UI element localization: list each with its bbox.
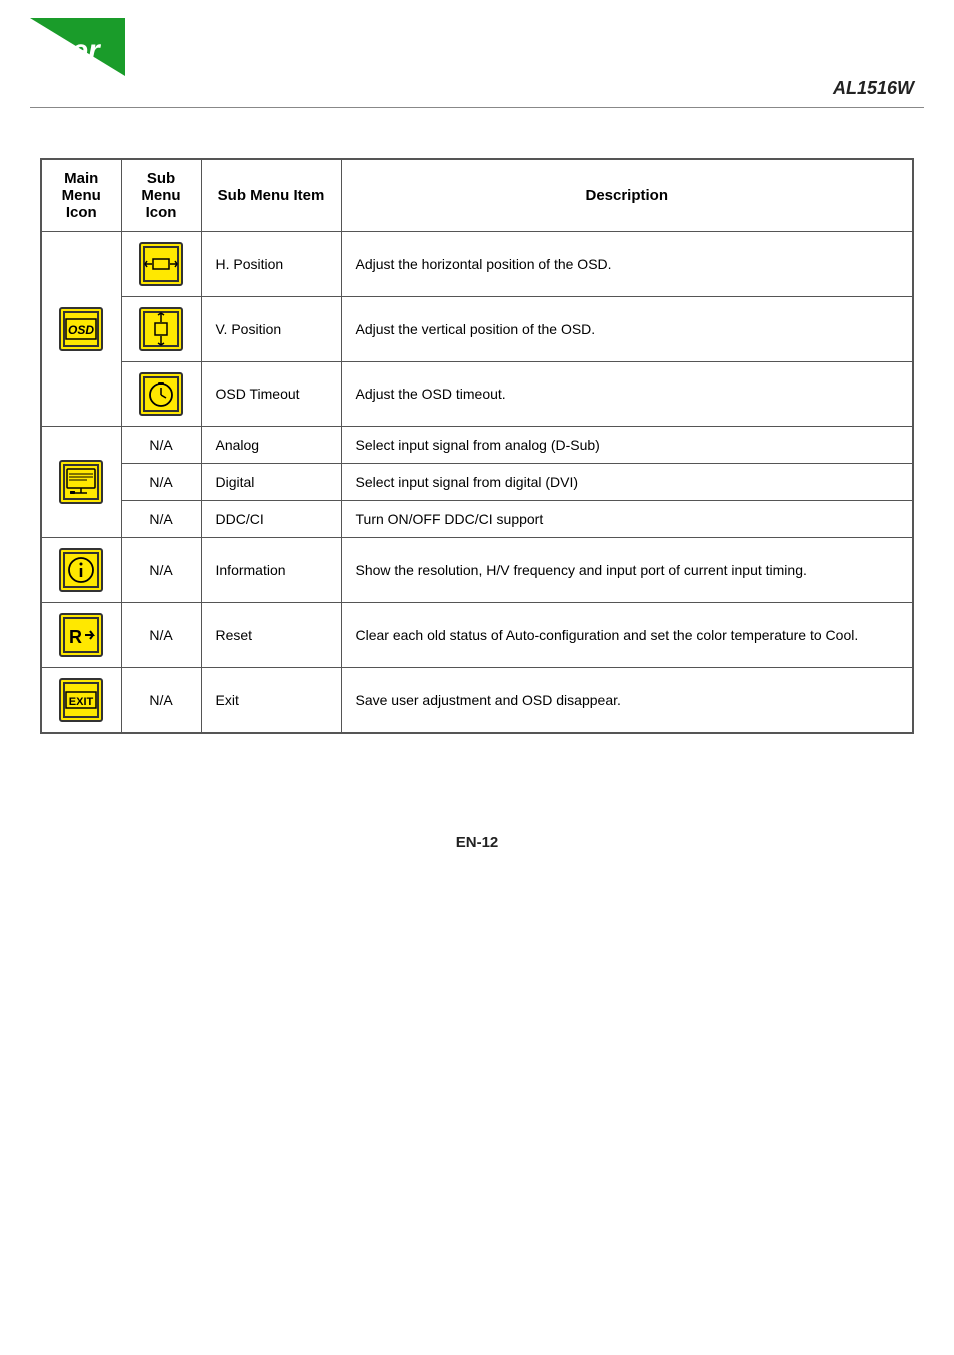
page-footer: EN-12	[0, 834, 954, 851]
menu-table: MainMenuIcon SubMenuIcon Sub Menu Item D…	[40, 158, 914, 734]
desc-exit: Save user adjustment and OSD disappear.	[341, 668, 913, 734]
main-content: MainMenuIcon SubMenuIcon Sub Menu Item D…	[0, 108, 954, 774]
sub-icon-timeout	[121, 362, 201, 427]
osd-icon: OSD	[59, 307, 103, 351]
table-row: N/A Digital Select input signal from dig…	[41, 464, 913, 501]
table-row: N/A Analog Select input signal from anal…	[41, 427, 913, 464]
svg-text:acer: acer	[38, 34, 102, 67]
vpos-icon	[139, 307, 183, 351]
sub-item-info: Information	[201, 538, 341, 603]
main-icon-osd: OSD	[41, 232, 121, 427]
info-icon	[59, 548, 103, 592]
desc-vpos: Adjust the vertical position of the OSD.	[341, 297, 913, 362]
desc-ddcci: Turn ON/OFF DDC/CI support	[341, 501, 913, 538]
desc-analog: Select input signal from analog (D-Sub)	[341, 427, 913, 464]
page-number: EN-12	[456, 834, 499, 851]
hpos-icon	[139, 242, 183, 286]
svg-text:EXIT: EXIT	[69, 696, 94, 708]
table-row: OSD Timeout Adjust the OSD timeout.	[41, 362, 913, 427]
input-icon	[59, 460, 103, 504]
sub-icon-analog: N/A	[121, 427, 201, 464]
sub-icon-info: N/A	[121, 538, 201, 603]
sub-item-reset: Reset	[201, 603, 341, 668]
main-icon-input	[41, 427, 121, 538]
desc-hpos: Adjust the horizontal position of the OS…	[341, 232, 913, 297]
sub-icon-digital: N/A	[121, 464, 201, 501]
svg-text:OSD: OSD	[68, 323, 94, 337]
sub-icon-exit: N/A	[121, 668, 201, 734]
table-row: OSD	[41, 232, 913, 297]
timeout-icon	[139, 372, 183, 416]
sub-item-analog: Analog	[201, 427, 341, 464]
col-header-item: Sub Menu Item	[201, 159, 341, 232]
main-icon-exit: EXIT	[41, 668, 121, 734]
desc-reset: Clear each old status of Auto-configurat…	[341, 603, 913, 668]
model-name: AL1516W	[833, 78, 914, 99]
table-header-row: MainMenuIcon SubMenuIcon Sub Menu Item D…	[41, 159, 913, 232]
table-row: R N/A Reset Clear each old status of Aut…	[41, 603, 913, 668]
sub-icon-vpos	[121, 297, 201, 362]
table-row: V. Position Adjust the vertical position…	[41, 297, 913, 362]
main-icon-info	[41, 538, 121, 603]
page-header: acer AL1516W	[0, 0, 954, 99]
acer-logo: acer	[30, 18, 125, 81]
table-row: N/A Information Show the resolution, H/V…	[41, 538, 913, 603]
desc-digital: Select input signal from digital (DVI)	[341, 464, 913, 501]
sub-icon-hpos	[121, 232, 201, 297]
table-row: EXIT N/A Exit Save user adjustment and O…	[41, 668, 913, 734]
sub-item-hpos: H. Position	[201, 232, 341, 297]
col-header-main: MainMenuIcon	[41, 159, 121, 232]
desc-info: Show the resolution, H/V frequency and i…	[341, 538, 913, 603]
sub-item-exit: Exit	[201, 668, 341, 734]
desc-timeout: Adjust the OSD timeout.	[341, 362, 913, 427]
sub-item-vpos: V. Position	[201, 297, 341, 362]
sub-item-ddcci: DDC/CI	[201, 501, 341, 538]
main-icon-reset: R	[41, 603, 121, 668]
svg-text:R: R	[69, 627, 82, 647]
table-row: N/A DDC/CI Turn ON/OFF DDC/CI support	[41, 501, 913, 538]
col-header-sub: SubMenuIcon	[121, 159, 201, 232]
exit-icon: EXIT	[59, 678, 103, 722]
sub-item-timeout: OSD Timeout	[201, 362, 341, 427]
sub-item-digital: Digital	[201, 464, 341, 501]
col-header-desc: Description	[341, 159, 913, 232]
reset-icon: R	[59, 613, 103, 657]
sub-icon-ddcci: N/A	[121, 501, 201, 538]
sub-icon-reset: N/A	[121, 603, 201, 668]
